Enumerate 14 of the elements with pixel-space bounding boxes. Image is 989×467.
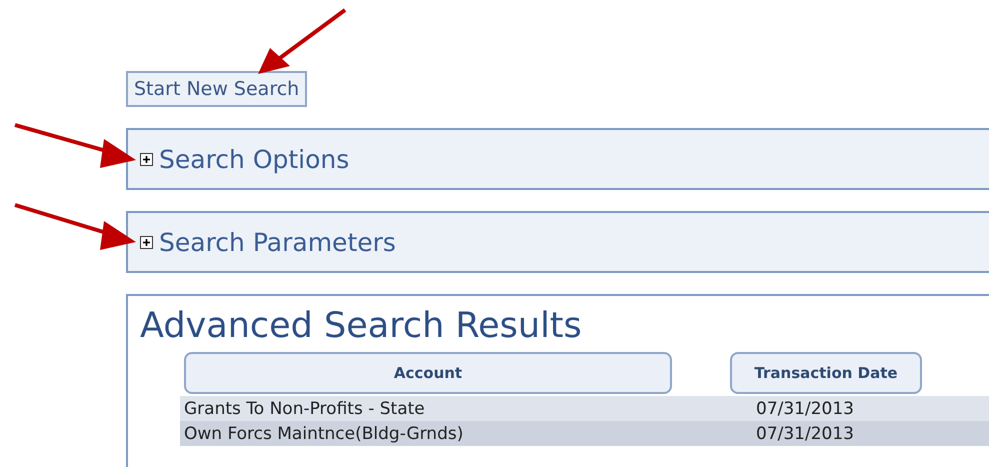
start-new-search-button[interactable]: Start New Search <box>126 71 308 107</box>
section-title: Search Options <box>159 144 350 174</box>
column-header[interactable]: Account <box>184 352 672 394</box>
expand-icon[interactable] <box>140 236 153 248</box>
table-cell-text: Own Forcs Maintnce(Bldg-Grnds) <box>184 424 464 444</box>
table-row[interactable]: Grants To Non-Profits - State 07/31/2013 <box>180 396 989 421</box>
table-cell-text: 07/31/2013 <box>756 424 855 444</box>
table-cell-text: 07/31/2013 <box>756 398 855 418</box>
expand-icon[interactable] <box>140 152 153 166</box>
table-row[interactable]: Own Forcs Maintnce(Bldg-Grnds) 07/31/2013 <box>180 421 989 446</box>
results-title: Advanced Search Results <box>140 306 583 346</box>
column-header[interactable]: Transaction Date <box>730 352 922 394</box>
section-title: Search Parameters <box>159 228 396 256</box>
table-cell-text: Grants To Non-Profits - State <box>184 398 426 418</box>
